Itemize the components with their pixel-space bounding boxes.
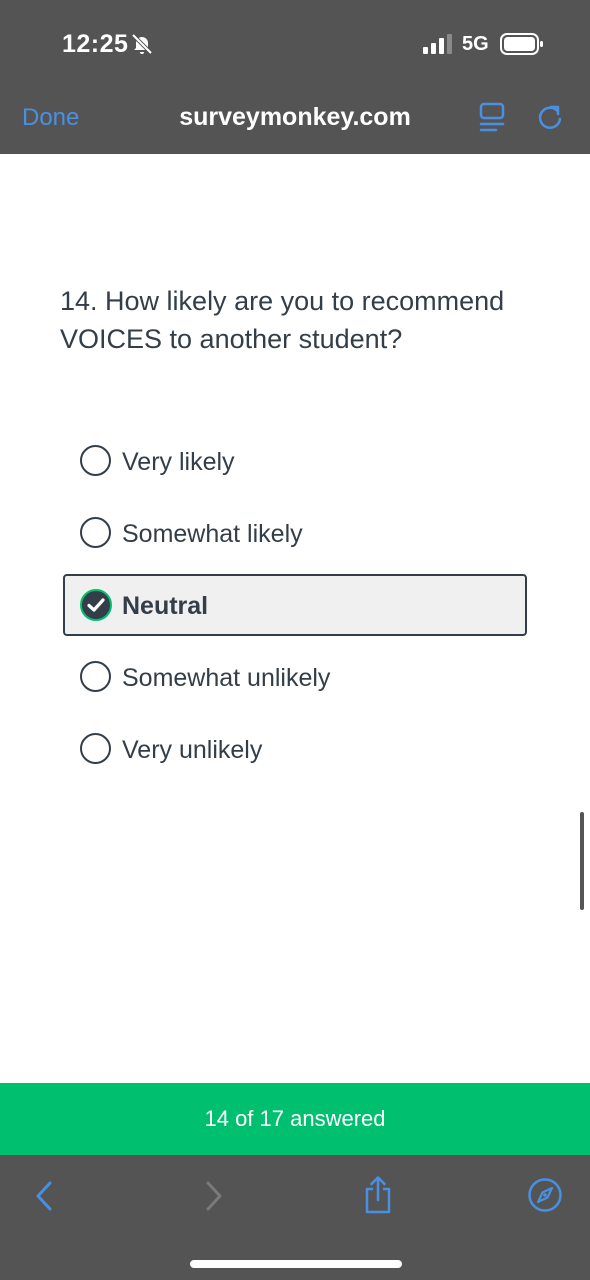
option-somewhat-unlikely[interactable]: Somewhat unlikely [63, 646, 527, 708]
option-label: Somewhat likely [122, 520, 303, 548]
radio-unchecked-icon[interactable] [80, 733, 111, 764]
network-label: 5G [462, 33, 489, 55]
progress-bar: 14 of 17 answered [0, 1083, 590, 1155]
radio-unchecked-icon[interactable] [80, 661, 111, 692]
top-chrome: 12:25 5G Done surveymonkey.com [0, 0, 590, 154]
scrollbar[interactable] [580, 812, 584, 910]
option-neutral[interactable]: Neutral [63, 574, 527, 636]
option-very-likely[interactable]: Very likely [63, 430, 527, 492]
option-label: Somewhat unlikely [122, 664, 331, 692]
radio-unchecked-icon[interactable] [80, 517, 111, 548]
option-very-unlikely[interactable]: Very unlikely [63, 718, 527, 780]
signal-icon [423, 34, 452, 54]
radio-checked-icon[interactable] [80, 589, 112, 621]
reload-icon[interactable] [535, 102, 565, 132]
option-somewhat-likely[interactable]: Somewhat likely [63, 502, 527, 564]
battery-icon [500, 33, 543, 55]
reader-mode-icon[interactable] [478, 102, 506, 134]
survey-screen: 12:25 5G Done surveymonkey.com 14. How l… [0, 0, 590, 1280]
status-time: 12:25 [62, 30, 129, 58]
progress-text: 14 of 17 answered [204, 1106, 386, 1131]
radio-unchecked-icon[interactable] [80, 445, 111, 476]
option-label: Neutral [122, 592, 209, 620]
share-icon[interactable] [362, 1175, 394, 1215]
bell-slash-icon [131, 33, 153, 55]
answer-options: Very likely Somewhat likely Neutral Some… [63, 430, 527, 790]
back-icon[interactable] [34, 1181, 54, 1211]
home-indicator[interactable] [190, 1260, 402, 1268]
forward-icon[interactable] [204, 1181, 224, 1211]
option-label: Very likely [122, 448, 235, 476]
compass-icon[interactable] [527, 1177, 563, 1213]
option-label: Very unlikely [122, 736, 263, 764]
question-text: 14. How likely are you to recommend VOIC… [60, 286, 505, 354]
